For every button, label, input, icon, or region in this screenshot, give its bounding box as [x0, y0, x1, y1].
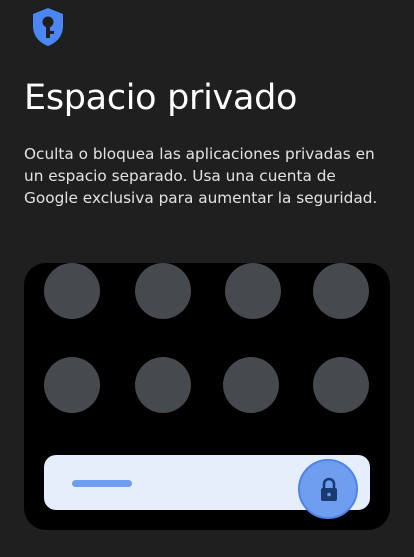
app-placeholder — [225, 263, 281, 319]
app-placeholder — [135, 263, 191, 319]
app-placeholder — [135, 357, 191, 413]
lock-button — [298, 459, 358, 519]
private-space-illustration — [24, 263, 390, 530]
private-space-screen: Espacio privado Oculta o bloquea las apl… — [0, 0, 414, 557]
page-description: Oculta o bloquea las aplicaciones privad… — [24, 145, 378, 207]
bar-handle — [72, 480, 132, 487]
app-placeholder — [223, 357, 279, 413]
lock-icon — [321, 477, 337, 501]
page-title: Espacio privado — [24, 78, 298, 118]
app-placeholder — [313, 263, 369, 319]
shield-key-icon — [33, 8, 63, 46]
app-placeholder — [313, 357, 369, 413]
app-placeholder — [44, 357, 100, 413]
app-placeholder — [44, 263, 100, 319]
